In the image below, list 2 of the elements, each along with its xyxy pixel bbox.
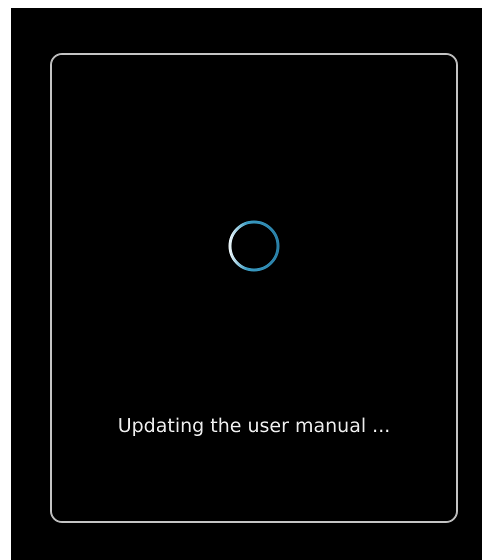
- loading-spinner-icon: [227, 219, 281, 273]
- status-message: Updating the user manual ...: [118, 415, 390, 437]
